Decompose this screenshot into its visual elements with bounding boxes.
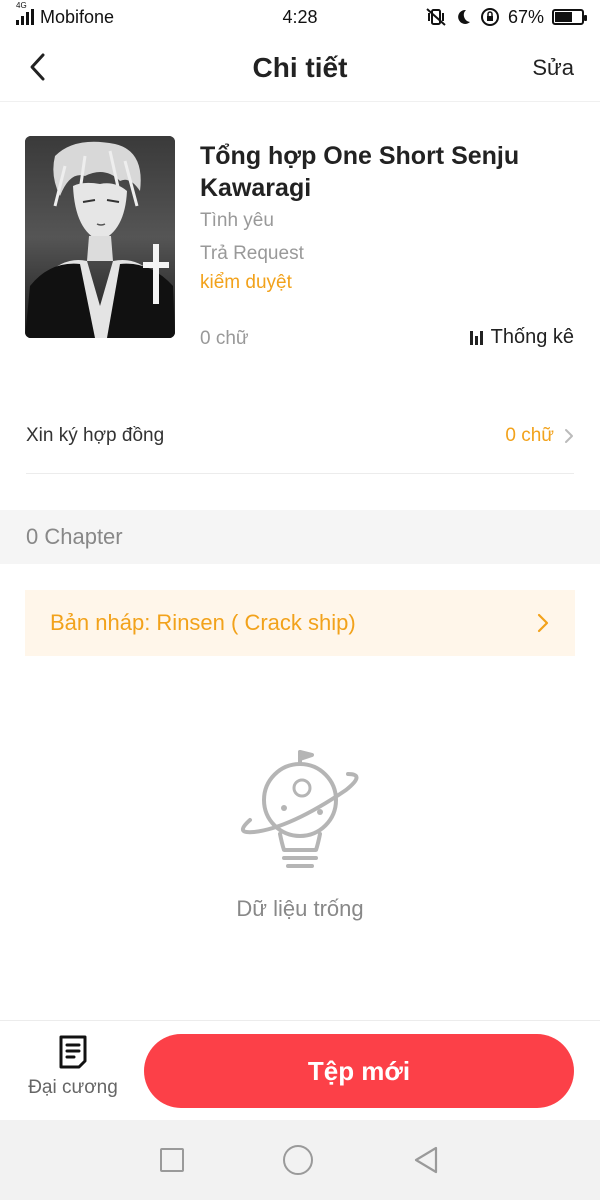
vibrate-icon (426, 8, 446, 26)
empty-state-text: Dữ liệu trống (236, 896, 364, 921)
battery-fill (555, 12, 573, 22)
rotation-lock-icon (480, 8, 499, 26)
status-time: 4:28 (282, 6, 318, 27)
status-bar: 4G Mobifone 4:28 67% (0, 0, 600, 34)
draft-row[interactable]: Bản nháp: Rinsen ( Crack ship) (25, 590, 575, 656)
battery-percent: 67% (507, 6, 544, 27)
outline-label: Đại cương (28, 1077, 118, 1098)
signal-icon: 4G (16, 1, 34, 25)
new-file-button[interactable]: Tệp mới (144, 1034, 574, 1108)
stats-label: Thống kê (490, 326, 574, 348)
moon-icon (458, 9, 470, 24)
review-status: kiểm duyệt (200, 272, 292, 293)
contract-value: 0 chữ (505, 424, 554, 446)
contract-request-row[interactable]: Xin ký hợp đồng 0 chữ (26, 398, 574, 474)
status-right: 67% (426, 6, 587, 28)
status-left: 4G Mobifone (16, 1, 115, 28)
planet-bulb-icon (241, 750, 359, 868)
chevron-right-icon (565, 428, 573, 443)
stats-button[interactable]: Thống kê (469, 326, 574, 349)
book-tag: Trả Request (200, 243, 304, 264)
edit-button[interactable]: Sửa (532, 55, 574, 81)
home-button[interactable] (282, 1145, 313, 1175)
chevron-right-icon (537, 613, 549, 633)
chapter-count-bar: 0 Chapter (0, 510, 600, 564)
bottom-action-bar: Đại cương Tệp mới (0, 1020, 600, 1120)
outline-button[interactable]: Đại cương (14, 1035, 132, 1115)
back-triangle-button[interactable] (412, 1145, 440, 1175)
book-genre: Tình yêu (200, 210, 274, 231)
word-count: 0 chữ (200, 328, 249, 349)
contract-right: 0 chữ (505, 425, 574, 447)
book-cover-image[interactable] (25, 136, 175, 338)
back-button[interactable] (22, 50, 52, 84)
document-icon (59, 1035, 87, 1069)
network-type: 4G (16, 1, 27, 10)
book-title: Tổng hợp One Short Senju Kawaragi (200, 142, 520, 202)
system-navigation-bar (0, 1120, 600, 1200)
contract-label: Xin ký hợp đồng (26, 424, 165, 446)
chapter-count: 0 Chapter (26, 524, 123, 549)
draft-label: Bản nháp: Rinsen ( Crack ship) (50, 610, 356, 635)
page-title: Chi tiết (252, 51, 348, 83)
recent-apps-button[interactable] (159, 1148, 184, 1172)
battery-icon (552, 9, 587, 25)
book-info: Tổng hợp One Short Senju Kawaragi Tình y… (0, 102, 600, 372)
chevron-left-icon (30, 53, 45, 81)
bar-chart-icon (469, 330, 483, 345)
carrier-name: Mobifone (40, 6, 115, 27)
cover-illustration (25, 136, 175, 338)
app-header: Chi tiết Sửa (0, 34, 600, 102)
